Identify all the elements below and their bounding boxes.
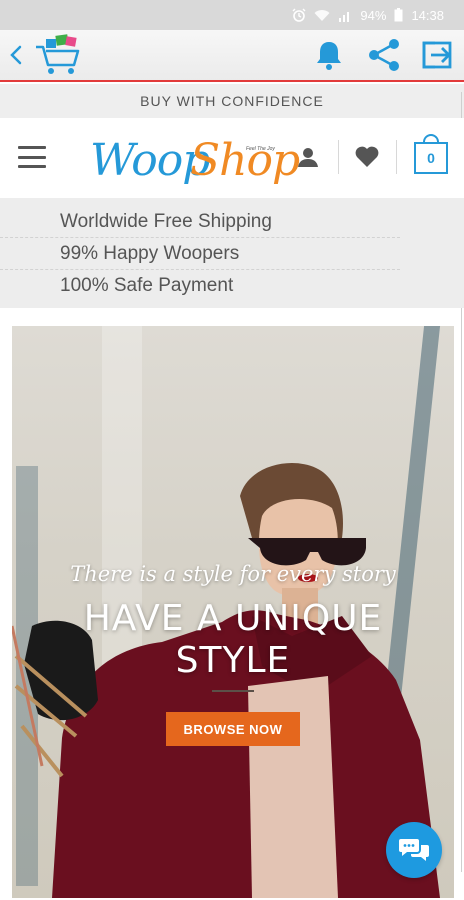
benefit-item: 99% Happy Woopers — [0, 238, 400, 270]
header-separator — [396, 140, 397, 174]
chat-bubbles-icon — [399, 839, 429, 861]
back-arrow-icon — [10, 45, 22, 65]
hero-title: HAVE A UNIQUE STYLE — [12, 598, 454, 682]
shopping-cart-logo-icon — [36, 34, 80, 74]
browse-now-button[interactable]: BROWSE NOW — [166, 712, 300, 746]
benefit-item: 100% Safe Payment — [60, 275, 234, 296]
confidence-text: BUY WITH CONFIDENCE — [140, 93, 324, 109]
menu-icon[interactable] — [18, 146, 46, 168]
hero-script-text: There is a style for every story — [70, 562, 396, 586]
benefit-item: Worldwide Free Shipping — [0, 206, 400, 238]
hero-divider — [212, 690, 254, 692]
wishlist-button[interactable] — [352, 144, 382, 170]
exit-icon — [422, 41, 452, 69]
exit-button[interactable] — [416, 30, 458, 80]
clock: 14:38 — [411, 7, 444, 23]
share-button[interactable] — [362, 30, 406, 80]
battery-level: 94% — [360, 7, 387, 23]
site-header: Woop Shop Feel The Joy 0 — [0, 118, 464, 198]
notifications-button[interactable] — [310, 30, 348, 80]
brand-tagline: Feel The Joy — [246, 146, 275, 152]
hero-overlay: There is a style for every story HAVE A … — [12, 326, 454, 898]
benefits-list: Worldwide Free Shipping 99% Happy Wooper… — [0, 198, 464, 308]
confidence-banner: BUY WITH CONFIDENCE — [0, 84, 464, 118]
app-logo[interactable] — [32, 30, 86, 80]
chat-button[interactable] — [386, 822, 442, 878]
user-icon — [298, 148, 318, 167]
hero-banner[interactable]: There is a style for every story HAVE A … — [12, 326, 454, 898]
alarm-icon — [292, 8, 306, 22]
share-icon — [369, 39, 399, 71]
wifi-icon — [314, 9, 330, 22]
cart-button[interactable]: 0 — [412, 134, 450, 174]
cart-count: 0 — [427, 150, 435, 166]
signal-icon — [338, 9, 352, 22]
status-bar: 94% 14:38 — [0, 0, 464, 30]
app-toolbar — [0, 30, 464, 82]
heart-icon — [355, 146, 379, 167]
back-button[interactable] — [4, 30, 28, 80]
brand-name-part2: Shop — [190, 135, 300, 186]
brand-logo[interactable]: Woop Shop Feel The Joy — [88, 128, 300, 192]
header-separator — [338, 140, 339, 174]
account-button[interactable] — [294, 144, 322, 170]
bell-icon — [317, 42, 341, 70]
hero-title-line: STYLE — [175, 640, 291, 681]
hero-title-line: HAVE A UNIQUE — [83, 598, 383, 639]
battery-icon — [394, 8, 403, 22]
